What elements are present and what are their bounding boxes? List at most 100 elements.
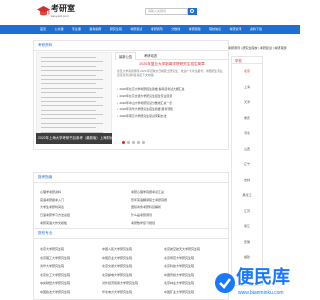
nav-item[interactable]: 资料下载 <box>250 25 262 34</box>
search-button[interactable] <box>188 8 197 15</box>
sidebar-links[interactable]: 考研调剂 | 研究生院校 | 考研复试 | 考研真题 <box>228 46 306 50</box>
sidebar-region-item[interactable]: 福建 <box>232 255 262 259</box>
school-link[interactable]: 北京理工大学研究生院 <box>40 254 70 263</box>
sidebar-region-item[interactable]: 江苏 <box>232 209 262 213</box>
school-row: 中央财经大学研究生院 对外经济贸易大学研究生院 北京林业大学研究生院 <box>40 279 225 288</box>
school-link[interactable]: 北京化工大学研究生院 <box>40 271 70 280</box>
slide-dot[interactable] <box>132 141 135 144</box>
sidebar-region-item[interactable]: 辽宁 <box>232 162 262 166</box>
slide-dot[interactable] <box>127 141 130 144</box>
slide-text-line <box>41 96 103 98</box>
sidebar-region-item[interactable]: 天津 <box>232 100 262 104</box>
nav-item[interactable]: 专业课 <box>72 25 81 34</box>
nav-item[interactable]: 考研复试 <box>130 25 142 34</box>
guide-row: 英语考研报考入门 历年英语翻译硕士考研真题 <box>40 197 220 205</box>
school-link[interactable]: 中国传媒大学研究生院 <box>164 271 194 280</box>
site-header: 考研室 kaoyanc.com 请输入关键词 <box>0 0 300 24</box>
tab-news[interactable]: 考研动态 <box>141 52 160 60</box>
school-link[interactable]: 中国农业大学研究生院 <box>102 254 132 263</box>
sidebar-region-item[interactable]: 浙江 <box>232 224 262 228</box>
search-input[interactable]: 请输入关键词 <box>145 8 188 15</box>
nav-item[interactable]: 考研调剂 <box>151 25 163 34</box>
slide-text-line <box>41 78 103 80</box>
school-row: 北京理工大学研究生院 中国农业大学研究生院 北京师范大学研究生院 <box>40 254 225 263</box>
guide-link[interactable]: 考研数学复习规划 <box>131 220 221 228</box>
school-link[interactable]: 对外经济贸易大学研究生院 <box>102 279 138 288</box>
site-logo[interactable]: 考研室 kaoyanc.com <box>37 4 97 21</box>
guide-link[interactable]: 心理学考研资料 <box>40 189 125 197</box>
school-link[interactable]: 北京邮电大学研究生院 <box>102 271 132 280</box>
divider <box>34 50 228 51</box>
logo-text: 考研室 <box>51 4 75 13</box>
school-link[interactable]: 北京林业大学研究生院 <box>164 279 194 288</box>
sidebar-region-item[interactable]: 河北 <box>232 131 262 135</box>
nav-item[interactable]: 公共课 <box>54 25 63 34</box>
school-link[interactable]: 清华大学研究生院 <box>40 262 64 271</box>
guide-link[interactable]: 英语考研报考入门 <box>40 197 125 205</box>
guide-link[interactable]: 考研心理学真题考点汇总 <box>131 189 221 197</box>
slide-text-line <box>41 83 96 85</box>
sidebar-region-item[interactable]: 山西 <box>232 147 262 151</box>
sidebar-region-item[interactable]: 北京 <box>232 69 262 73</box>
guide-link[interactable]: 大学生考研时间表 <box>40 204 125 212</box>
school-link[interactable]: 北京航空航天大学研究生院 <box>164 245 200 254</box>
slideshow-caption[interactable]: 2022年上海大学考研书目参考（最新版）上海财经大学考研资料（部分） <box>36 133 112 144</box>
nav-item[interactable]: 考研资讯 <box>230 25 242 34</box>
school-row: 清华大学研究生院 北京交通大学研究生院 北京科技大学研究生院 <box>40 262 225 271</box>
watermark-url: www.bianminku.com <box>238 290 284 296</box>
slideshow-image[interactable] <box>36 52 112 144</box>
nav-item[interactable]: 报考指南 <box>89 25 101 34</box>
school-link[interactable]: 华北电力大学研究生院 <box>102 288 132 297</box>
nav-item[interactable]: 考研经验 <box>189 25 201 34</box>
sidebar-region-item[interactable]: 重庆 <box>232 116 262 120</box>
graduation-cap-icon <box>37 6 50 16</box>
guide-link[interactable]: 什么是考研调剂 <box>131 212 221 220</box>
slide-text-line <box>41 122 103 124</box>
news-item[interactable]: 2020年清华大学研究生招生简章 报考须知 <box>117 106 227 113</box>
watermark-text: 便民库 <box>236 267 290 288</box>
sidebar-region-item[interactable]: 吉林 <box>232 178 262 182</box>
school-link[interactable]: 中央财经大学研究生院 <box>40 279 70 288</box>
school-link[interactable]: 北京大学研究生院 <box>40 245 64 254</box>
sidebar-region-item[interactable]: 黑龙江 <box>232 193 262 197</box>
news-item[interactable]: 2020年北京大学考研招生简章 各科目考试大纲汇总 <box>117 86 227 93</box>
slide-dot[interactable] <box>122 141 125 144</box>
news-tabs: 最新公告 考研动态 <box>115 52 228 60</box>
slide-text-line <box>41 87 103 89</box>
slide-dot[interactable] <box>142 141 145 144</box>
school-link[interactable]: 中国人民大学研究生院 <box>102 245 132 254</box>
sidebar-region-item[interactable]: 上海 <box>232 85 262 89</box>
school-row: 北京化工大学研究生院 北京邮电大学研究生院 中国传媒大学研究生院 <box>40 271 225 280</box>
nav-item[interactable]: 分数线 <box>171 25 180 34</box>
bianminku-logo-icon <box>215 273 235 293</box>
nav-item[interactable]: 研究生院 <box>110 25 122 34</box>
slide-text-line <box>41 127 96 129</box>
divider <box>34 238 228 239</box>
school-link[interactable]: 中国矿业大学研究生院 <box>164 288 194 297</box>
guide-link[interactable]: 历年英语翻译硕士考研真题 <box>131 197 221 205</box>
school-link[interactable]: 北京师范大学研究生院 <box>164 254 194 263</box>
school-link[interactable]: 北京科技大学研究生院 <box>164 262 194 271</box>
guide-link[interactable]: 考研英语大作文模板 <box>40 220 125 228</box>
school-link[interactable]: 中国政法大学研究生院 <box>40 288 70 297</box>
divider <box>34 182 228 183</box>
nav-item[interactable]: 院校信息 <box>209 25 221 34</box>
sidebar-region-item[interactable]: 安徽 <box>232 240 262 244</box>
guide-row: 考研英语大作文模板 考研数学复习规划 <box>40 220 220 228</box>
guide-link[interactable]: 日语考研学习方法总结 <box>40 212 125 220</box>
slide-text-line <box>41 100 96 102</box>
news-item[interactable]: 2020年北京交通大学研究生招生专业目录 <box>117 93 227 100</box>
headline-link[interactable]: 2020年复旦大学新闻学院研究生招生简章 <box>117 62 227 67</box>
slide-text-line <box>41 114 103 116</box>
news-list: 2020年北京大学考研招生简章 各科目考试大纲汇总2020年北京交通大学研究生招… <box>117 86 227 120</box>
slide-text-line <box>41 65 96 67</box>
slide-text-line <box>41 118 96 120</box>
school-link[interactable]: 北京交通大学研究生院 <box>102 262 132 271</box>
tab-latest[interactable]: 最新公告 <box>115 52 137 60</box>
guide-link[interactable]: 国际商务考研科目解析 <box>131 204 221 212</box>
slide-dot[interactable] <box>137 141 140 144</box>
news-item[interactable]: 2020年中山大学考研复试分数线汇总一览 <box>117 100 227 107</box>
slideshow-dots <box>122 141 145 144</box>
news-item[interactable]: 2020年南京大学研究生复试录取办法 <box>117 113 227 120</box>
nav-item[interactable]: 首页 <box>40 25 46 34</box>
